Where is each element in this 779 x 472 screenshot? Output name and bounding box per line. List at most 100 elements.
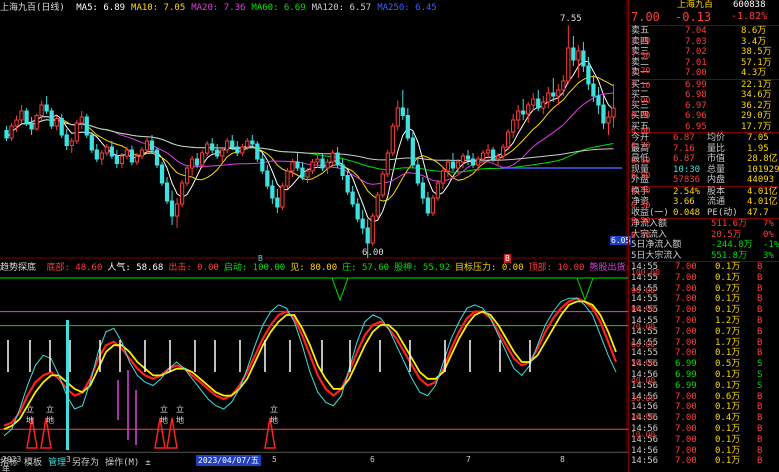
order-price: 6.95	[685, 121, 707, 132]
stat-row[interactable]: 现量 10:30 总量 101929	[629, 165, 779, 176]
candle-body	[360, 218, 365, 229]
flow-value: 20.5万	[711, 229, 742, 240]
stat-label: 量比	[707, 143, 726, 154]
price-axis-label: 7.00	[631, 96, 651, 105]
price-change-pct: -1.82%	[731, 11, 768, 22]
candle-body	[255, 143, 260, 160]
indicator-title[interactable]: 趋势探底	[0, 263, 36, 273]
bottom-tab[interactable]: 另存为	[72, 458, 99, 468]
candle-body	[124, 149, 130, 157]
candle-body	[164, 182, 170, 202]
candle-body	[370, 215, 375, 244]
ma-legend-item: MA250: 6.45	[377, 3, 437, 13]
candle-body	[440, 170, 446, 184]
buy-order-row[interactable]: 买三 6.97 36.2万	[629, 101, 779, 112]
stat-value: 4.01亿	[747, 197, 778, 207]
candle-body	[114, 155, 119, 164]
candlestick-series[interactable]	[4, 25, 616, 259]
stat-row[interactable]: 最低 6.87 市值 28.8亿	[629, 154, 779, 165]
candle-body	[79, 116, 84, 124]
indicator-annotation: 立地	[46, 405, 54, 425]
stock-title: 上海九百(日线)	[0, 3, 65, 13]
buy-order-row[interactable]: 买二 6.98 34.6万	[629, 90, 779, 101]
sell-order-row[interactable]: 卖五 7.04 8.6万	[629, 26, 779, 37]
candle-body	[119, 155, 125, 164]
candle-body	[109, 146, 114, 157]
tick-price: 7.00	[675, 326, 697, 337]
bottom-tab[interactable]: 模板	[24, 458, 42, 468]
candle-body	[159, 164, 165, 184]
money-flow-row[interactable]: 5日大宗流入 551.8万 3%	[629, 251, 779, 262]
candle-body	[430, 197, 436, 214]
candle-body	[235, 146, 240, 154]
sell-order-row[interactable]: 卖二 7.01 57.1万	[629, 58, 779, 69]
bottom-tab[interactable]: ±	[145, 458, 150, 468]
bottom-tab[interactable]: 操作(M)	[105, 458, 139, 468]
stat-label: 均价	[707, 133, 726, 143]
buy-order-row[interactable]: 买一 6.99 22.1万	[629, 80, 779, 91]
sell-order-row[interactable]: 卖三 7.02 38.5万	[629, 47, 779, 58]
candle-body	[576, 50, 581, 61]
indicator-annotation: 立地	[270, 405, 278, 425]
tick-side: B	[757, 348, 763, 359]
indicator-value: 见: 80.00	[290, 263, 338, 273]
buy-order-row[interactable]: 买四 6.96 29.0万	[629, 111, 779, 122]
candle-body	[435, 182, 441, 199]
stat-label: 流通	[707, 197, 726, 207]
candle-body	[400, 107, 405, 116]
stat-row[interactable]: 外盘 57836 内盘 44093	[629, 175, 779, 186]
money-flow-row[interactable]: 5日净流入额 -244.8万 -1%	[629, 240, 779, 251]
indicator-annotation: 立地	[176, 405, 184, 425]
tick-side: B	[757, 337, 763, 348]
trade-tick-row[interactable]: 14:56 7.00 0.1万 B	[629, 456, 779, 467]
money-flow-row[interactable]: 大宗流入 20.5万 0%	[629, 230, 779, 241]
buy-order-row[interactable]: 买五 6.95 17.7万	[629, 122, 779, 133]
tick-side: B	[757, 283, 763, 294]
candle-body	[74, 122, 79, 142]
order-volume: 3.4万	[741, 36, 767, 47]
stat-value: 57836	[673, 175, 701, 185]
tick-volume: 0.1万	[715, 402, 741, 413]
candle-body	[34, 115, 39, 130]
quote-code: 600838	[733, 0, 766, 10]
candle-body	[260, 158, 265, 172]
indicator-value: 底部: 48.60	[46, 263, 103, 273]
candle-body	[24, 110, 29, 124]
stat-row[interactable]: 净资 3.66 流通 4.01亿	[629, 197, 779, 208]
candle-body	[84, 116, 89, 136]
stat-row[interactable]: 最高 7.16 量比 1.95	[629, 144, 779, 155]
indicator-annotation: 立地	[26, 405, 34, 425]
tick-volume: 0.1万	[715, 370, 741, 380]
candle-body	[470, 158, 476, 166]
order-label: 卖五	[631, 26, 650, 36]
bottom-tab[interactable]: 管理	[48, 458, 66, 468]
sell-order-row[interactable]: 卖一 7.00 4.3万	[629, 68, 779, 79]
candle-body	[325, 161, 330, 169]
candle-body	[490, 149, 496, 160]
stat-value: 6.87	[673, 133, 695, 143]
order-volume: 34.6万	[741, 90, 772, 100]
tick-side: B	[757, 272, 763, 283]
bottom-tab[interactable]: 指标	[0, 458, 18, 468]
price-axis-label: 7.10	[631, 81, 651, 90]
tick-side: B	[757, 326, 763, 337]
tick-side: B	[757, 294, 763, 305]
trade-tick-row[interactable]: 14:56 7.00 0.1万 B	[629, 446, 779, 457]
tick-side: B	[757, 445, 763, 456]
candle-body	[154, 149, 160, 166]
tick-price: 7.00	[675, 402, 697, 413]
tick-side: B	[757, 424, 763, 434]
candle-body	[195, 158, 200, 166]
stat-row[interactable]: 今开 6.87 均价 7.05	[629, 133, 779, 144]
candle-body	[270, 185, 275, 199]
tick-price: 7.00	[675, 337, 697, 348]
tick-volume: 0.7万	[715, 326, 741, 337]
candle-body	[275, 197, 280, 208]
money-flow-row[interactable]: 净流入额 511.6万 7%	[629, 219, 779, 230]
candle-body	[54, 118, 59, 127]
tick-price: 7.00	[675, 348, 697, 359]
candle-body	[330, 152, 335, 163]
stat-row[interactable]: 收益(一) 0.048 PE(动) 47.7	[629, 208, 779, 219]
sell-order-row[interactable]: 卖四 7.03 3.4万	[629, 37, 779, 48]
stat-row[interactable]: 换手 2.54% 股本 4.01亿	[629, 187, 779, 198]
